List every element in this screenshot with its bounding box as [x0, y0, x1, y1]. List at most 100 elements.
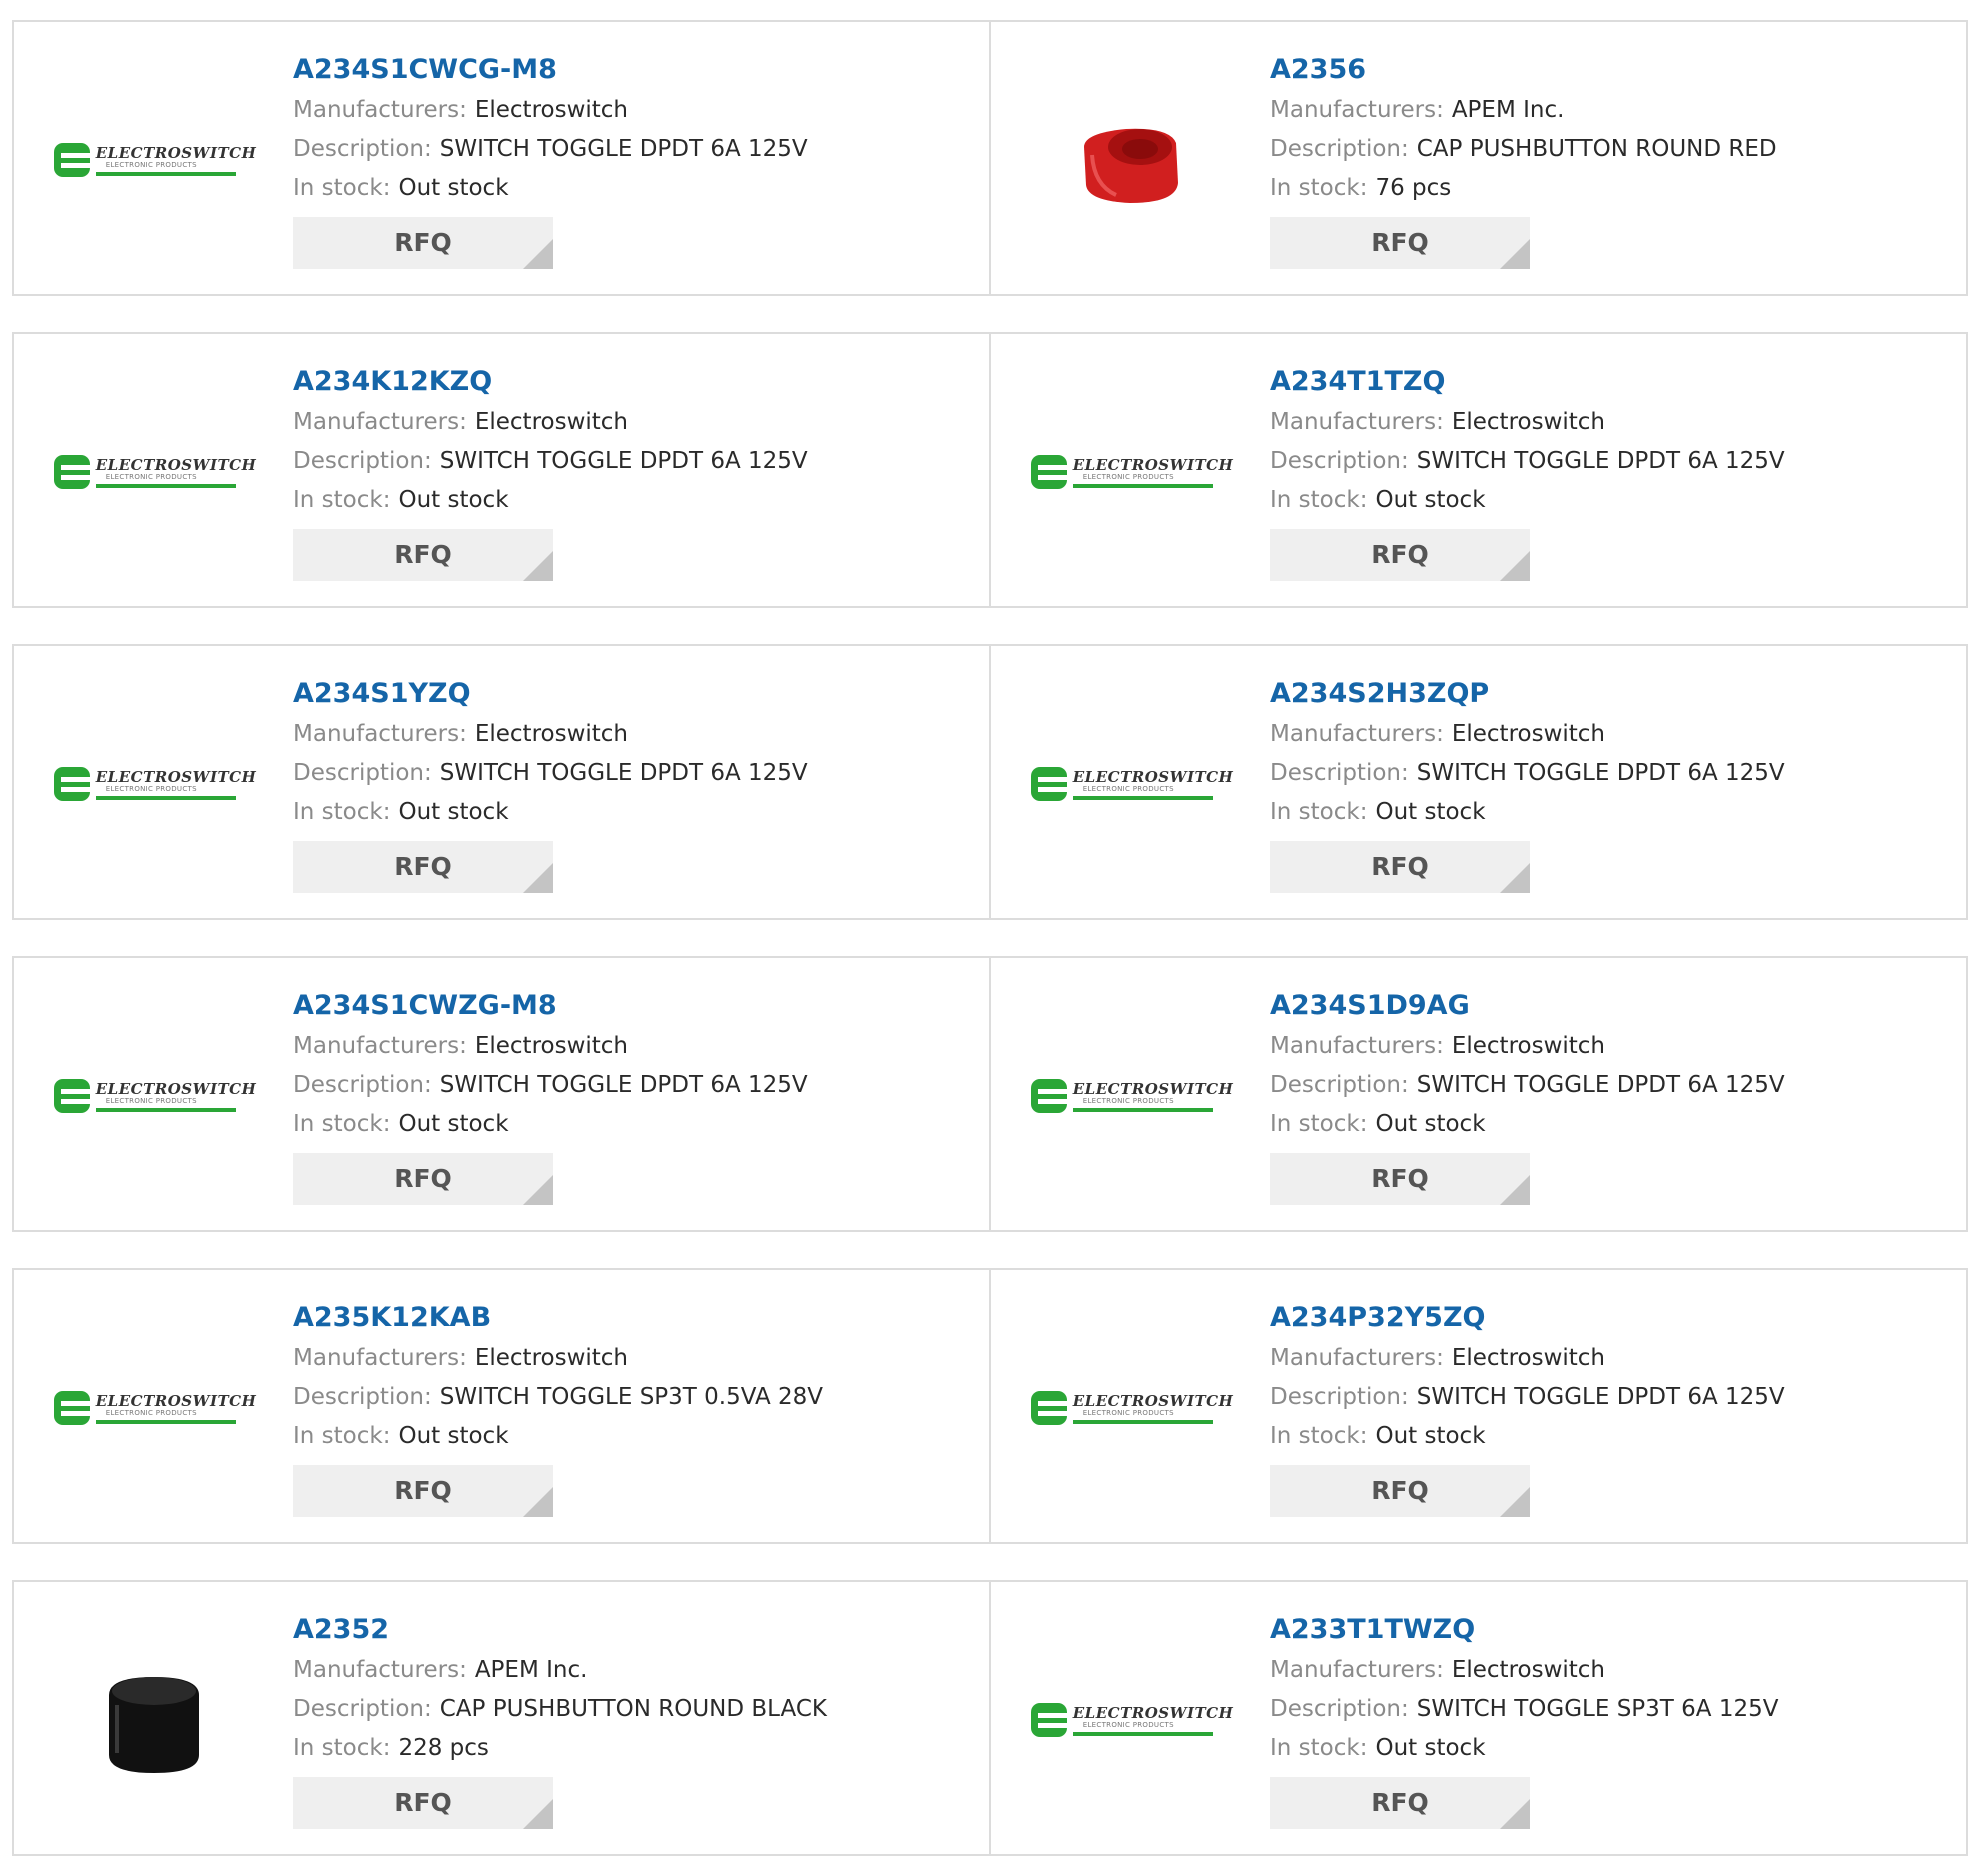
rfq-label: RFQ [394, 852, 452, 881]
part-number-link[interactable]: A234S1CWZG-M8 [293, 986, 969, 1026]
logo-bar [1072, 1419, 1213, 1424]
rfq-button[interactable]: RFQ [1270, 529, 1530, 581]
manufacturer-label: Manufacturers: [293, 1657, 467, 1683]
product-card-a234k12kzq: ELECTROSWITCH ELECTRONIC PRODUCTS A234K12… [12, 332, 991, 608]
product-image[interactable]: ELECTROSWITCH ELECTRONIC PRODUCTS [1029, 1308, 1234, 1508]
manufacturer-value: APEM Inc. [474, 1657, 588, 1683]
description-value: SWITCH TOGGLE SP3T 0.5VA 28V [439, 1384, 824, 1410]
description-label: Description: [1270, 1072, 1409, 1098]
electroswitch-logo: ELECTROSWITCH ELECTRONIC PRODUCTS [52, 764, 257, 804]
description-row: Description: SWITCH TOGGLE DPDT 6A 125V [293, 1067, 969, 1104]
part-number-link[interactable]: A234K12KZQ [293, 362, 969, 402]
part-number-link[interactable]: A234T1TZQ [1270, 362, 1946, 402]
rfq-button[interactable]: RFQ [293, 841, 553, 893]
part-number-link[interactable]: A233T1TWZQ [1270, 1610, 1946, 1650]
stock-label: In stock: [293, 175, 391, 201]
stock-value: Out stock [398, 175, 509, 201]
electroswitch-logo: ELECTROSWITCH ELECTRONIC PRODUCTS [52, 452, 257, 492]
description-label: Description: [293, 136, 432, 162]
rfq-button[interactable]: RFQ [1270, 841, 1530, 893]
stock-row: In stock: Out stock [1270, 1106, 1946, 1143]
description-label: Description: [293, 1072, 432, 1098]
part-number-link[interactable]: A2356 [1270, 50, 1946, 90]
product-image[interactable]: ELECTROSWITCH ELECTRONIC PRODUCTS [1030, 372, 1233, 572]
rfq-label: RFQ [394, 1476, 452, 1505]
product-image[interactable]: ELECTROSWITCH ELECTRONIC PRODUCTS [52, 684, 257, 884]
stock-row: In stock: Out stock [293, 1418, 969, 1455]
rfq-button[interactable]: RFQ [1270, 1777, 1530, 1829]
description-row: Description: SWITCH TOGGLE DPDT 6A 125V [1270, 755, 1946, 792]
manufacturer-value: Electroswitch [474, 721, 629, 747]
product-image[interactable]: ELECTROSWITCH ELECTRONIC PRODUCTS [52, 372, 257, 572]
part-number-link[interactable]: A234S1YZQ [293, 674, 969, 714]
part-number-link[interactable]: A234P32Y5ZQ [1270, 1298, 1946, 1338]
stock-row: In stock: Out stock [1270, 482, 1946, 519]
product-image[interactable]: ELECTROSWITCH ELECTRONIC PRODUCTS [1030, 684, 1233, 884]
description-value: SWITCH TOGGLE DPDT 6A 125V [1416, 448, 1785, 474]
black-cap-image [109, 1677, 199, 1773]
stock-row: In stock: Out stock [293, 794, 969, 831]
logo-subtitle: ELECTRONIC PRODUCTS [105, 784, 197, 793]
rfq-label: RFQ [1371, 228, 1429, 257]
rfq-button[interactable]: RFQ [293, 217, 553, 269]
corner-triangle-icon [1500, 1175, 1530, 1205]
corner-triangle-icon [523, 1175, 553, 1205]
product-image[interactable]: ELECTROSWITCH ELECTRONIC PRODUCTS [1030, 1620, 1233, 1820]
stock-value: Out stock [398, 1111, 509, 1137]
manufacturer-value: Electroswitch [1451, 1033, 1606, 1059]
electroswitch-e-mark [1030, 1079, 1067, 1113]
part-number-link[interactable]: A235K12KAB [293, 1298, 969, 1338]
description-label: Description: [1270, 1696, 1409, 1722]
part-number-link[interactable]: A234S2H3ZQP [1270, 674, 1946, 714]
product-info: A2356 Manufacturers: APEM Inc. Descriptio… [1270, 50, 1946, 269]
corner-triangle-icon [523, 239, 553, 269]
corner-triangle-icon [523, 1487, 553, 1517]
product-card-a234s1d9ag: ELECTROSWITCH ELECTRONIC PRODUCTS A234S1D… [989, 956, 1968, 1232]
logo-bar [95, 1419, 236, 1424]
logo-word: ELECTROSWITCH [1072, 1079, 1234, 1098]
part-number-link[interactable]: A2352 [293, 1610, 969, 1650]
electroswitch-logo: ELECTROSWITCH ELECTRONIC PRODUCTS [1029, 1388, 1234, 1428]
rfq-label: RFQ [394, 228, 452, 257]
description-value: SWITCH TOGGLE DPDT 6A 125V [1416, 1072, 1785, 1098]
stock-label: In stock: [1270, 799, 1368, 825]
rfq-button[interactable]: RFQ [293, 529, 553, 581]
stock-value: Out stock [1375, 799, 1486, 825]
part-number-link[interactable]: A234S1CWCG-M8 [293, 50, 969, 90]
rfq-button[interactable]: RFQ [1270, 1153, 1530, 1205]
rfq-button[interactable]: RFQ [1270, 1465, 1530, 1517]
manufacturer-value: Electroswitch [474, 97, 629, 123]
electroswitch-e-mark [1030, 1703, 1067, 1737]
logo-word: ELECTROSWITCH [95, 455, 257, 474]
product-image[interactable]: ELECTROSWITCH ELECTRONIC PRODUCTS [53, 1308, 257, 1508]
product-image[interactable]: ELECTROSWITCH ELECTRONIC PRODUCTS [53, 60, 256, 260]
logo-bar [1072, 1731, 1213, 1736]
description-label: Description: [1270, 448, 1409, 474]
rfq-label: RFQ [394, 1164, 452, 1193]
stock-value: 228 pcs [398, 1735, 489, 1761]
logo-word: ELECTROSWITCH [95, 1079, 257, 1098]
description-label: Description: [293, 448, 432, 474]
product-image[interactable] [1031, 60, 1231, 260]
logo-word: ELECTROSWITCH [95, 1391, 257, 1410]
stock-value: Out stock [1375, 487, 1486, 513]
manufacturer-value: APEM Inc. [1451, 97, 1565, 123]
part-number-link[interactable]: A234S1D9AG [1270, 986, 1946, 1026]
product-image[interactable]: ELECTROSWITCH ELECTRONIC PRODUCTS [1030, 996, 1234, 1196]
description-row: Description: SWITCH TOGGLE DPDT 6A 125V [293, 131, 969, 168]
product-info: A234S1YZQ Manufacturers: Electroswitch De… [293, 674, 969, 893]
manufacturer-value: Electroswitch [1451, 409, 1606, 435]
logo-subtitle: ELECTRONIC PRODUCTS [105, 1408, 197, 1417]
product-image[interactable] [54, 1620, 254, 1820]
rfq-button[interactable]: RFQ [293, 1153, 553, 1205]
logo-subtitle: ELECTRONIC PRODUCTS [1082, 1408, 1174, 1417]
description-row: Description: SWITCH TOGGLE DPDT 6A 125V [293, 755, 969, 792]
description-value: SWITCH TOGGLE DPDT 6A 125V [439, 1072, 808, 1098]
product-image[interactable]: ELECTROSWITCH ELECTRONIC PRODUCTS [53, 996, 257, 1196]
rfq-label: RFQ [1371, 1164, 1429, 1193]
rfq-button[interactable]: RFQ [1270, 217, 1530, 269]
logo-bar [95, 171, 236, 176]
rfq-button[interactable]: RFQ [293, 1777, 553, 1829]
rfq-button[interactable]: RFQ [293, 1465, 553, 1517]
stock-label: In stock: [1270, 487, 1368, 513]
